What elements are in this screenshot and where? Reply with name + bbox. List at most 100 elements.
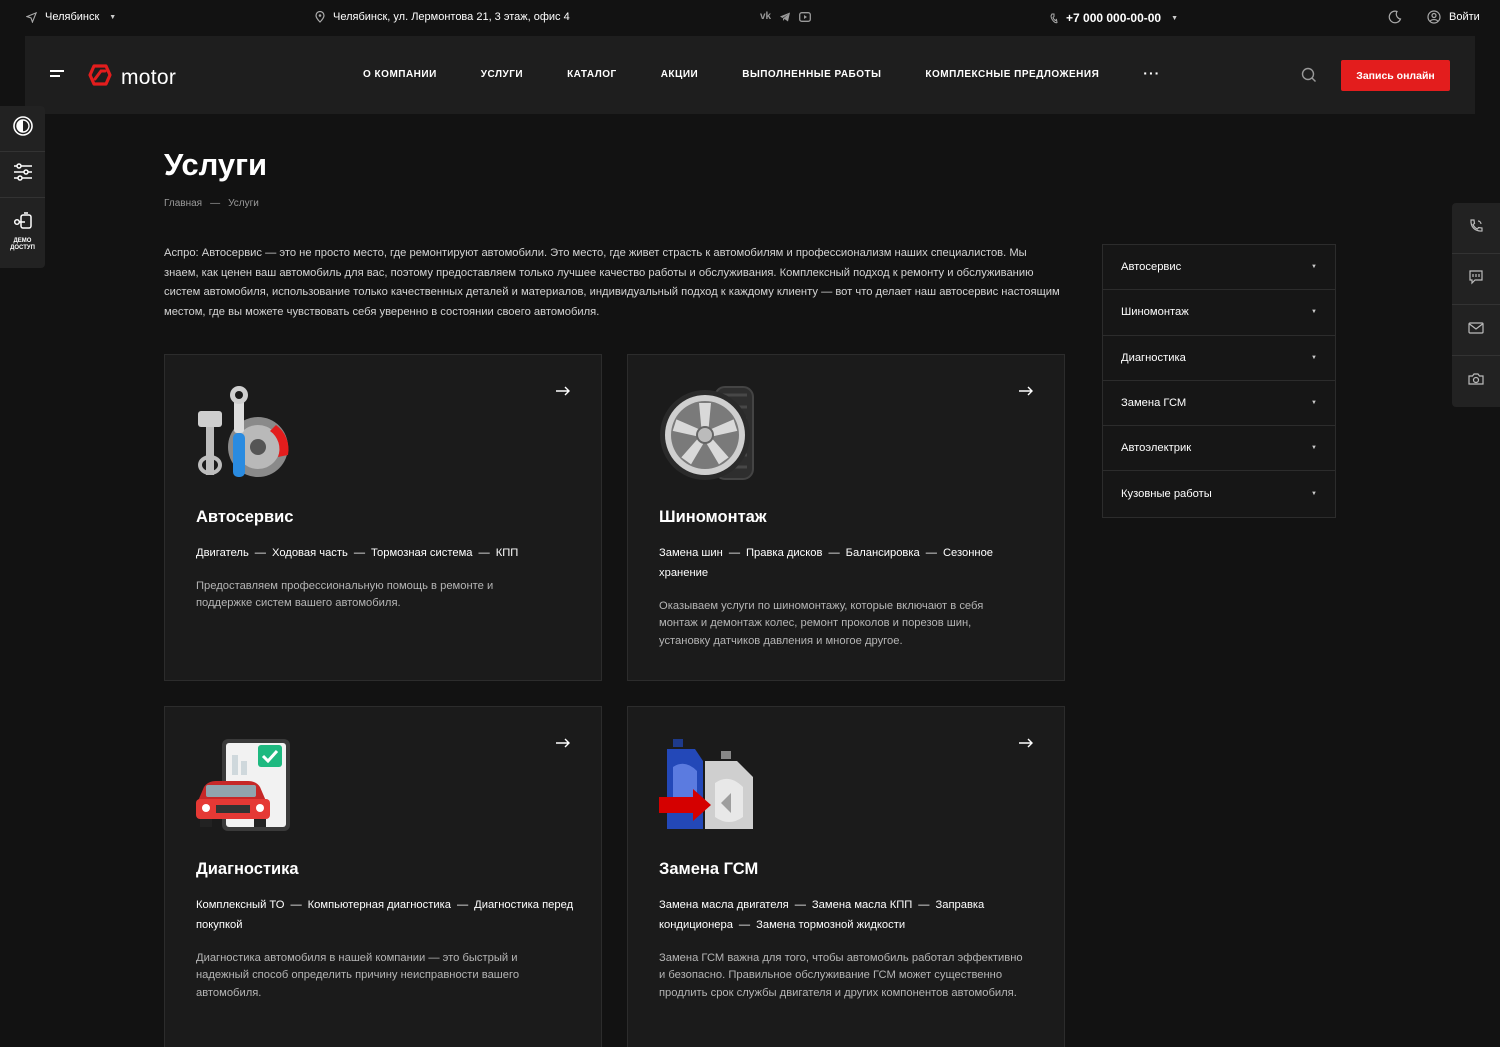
nav-complex-offers[interactable]: Комплексные предложения <box>925 69 1099 80</box>
arrow-right-icon[interactable] <box>1019 735 1034 753</box>
side-menu-item[interactable]: Замена ГСМ ▼ <box>1103 381 1335 427</box>
user-icon <box>1427 10 1441 24</box>
service-card-autoservice[interactable]: Автосервис Двигатель — Ходовая часть — Тормо… <box>164 354 602 681</box>
chevron-down-icon: ▼ <box>1311 309 1317 316</box>
side-menu-label: Диагностика <box>1121 351 1186 364</box>
camera-button[interactable] <box>1452 356 1500 407</box>
side-menu-item[interactable]: Диагностика ▼ <box>1103 336 1335 381</box>
settings-button[interactable] <box>0 152 45 198</box>
tag-link[interactable]: Ходовая часть <box>272 547 348 559</box>
breadcrumb-current: Услуги <box>228 198 259 209</box>
nav-promotions[interactable]: Акции <box>661 69 699 80</box>
email-button[interactable] <box>1452 305 1500 356</box>
nav-catalog[interactable]: Каталог <box>567 69 617 80</box>
address: Челябинск, ул. Лермонтова 21, 3 этаж, оф… <box>315 11 570 23</box>
tag-link[interactable]: Комплексный ТО <box>196 899 284 911</box>
telegram-icon[interactable] <box>779 12 791 22</box>
side-menu-item[interactable]: Кузовные работы ▼ <box>1103 471 1335 516</box>
side-menu-label: Кузовные работы <box>1121 488 1212 501</box>
card-title: Автосервис <box>196 508 294 526</box>
chevron-down-icon: ▼ <box>1311 264 1317 271</box>
tag-link[interactable]: Замена шин <box>659 547 723 559</box>
card-title: Замена ГСМ <box>659 860 759 878</box>
chevron-down-icon: ▼ <box>1311 354 1317 361</box>
nav-services[interactable]: Услуги <box>481 69 523 80</box>
card-description: Предоставляем профессиональную помощь в … <box>196 580 494 610</box>
nav-completed-works[interactable]: Выполненные работы <box>742 69 881 80</box>
phone-number: +7 000 000-00-00 <box>1066 11 1162 25</box>
main-header: motor О компании Услуги Каталог Акции Вы… <box>25 36 1475 114</box>
demo-access-label: ДЕМО ДОСТУП <box>10 238 35 252</box>
side-menu-item[interactable]: Автоэлектрик ▼ <box>1103 426 1335 472</box>
location-arrow-icon <box>26 11 37 23</box>
main-nav: О компании Услуги Каталог Акции Выполнен… <box>363 66 1160 80</box>
demo-label-line1: ДЕМО <box>13 238 32 244</box>
nav-about[interactable]: О компании <box>363 69 437 80</box>
burger-menu-icon[interactable] <box>50 70 64 80</box>
arrow-right-icon[interactable] <box>1019 383 1034 401</box>
card-title: Шиномонтаж <box>659 508 767 526</box>
tag-link[interactable]: Правка дисков <box>746 547 822 559</box>
callback-button[interactable] <box>1452 203 1500 254</box>
side-menu-item[interactable]: Шиномонтаж ▼ <box>1103 290 1335 336</box>
tag-link[interactable]: КПП <box>496 547 519 559</box>
login-label: Войти <box>1449 11 1480 23</box>
address-text: Челябинск, ул. Лермонтова 21, 3 этаж, оф… <box>333 11 570 23</box>
chevron-down-icon: ▼ <box>1311 491 1317 498</box>
motor-logo-icon <box>87 62 113 93</box>
side-menu-label: Шиномонтаж <box>1121 306 1189 319</box>
card-description: Оказываем услуги по шиномонтажу, которые… <box>659 600 984 647</box>
chat-button[interactable] <box>1452 254 1500 305</box>
arrow-right-icon[interactable] <box>556 735 571 753</box>
nav-more-button[interactable]: ··· <box>1143 66 1160 80</box>
intro-text: Аспро: Автосервис — это не просто место,… <box>164 247 1060 318</box>
phone-selector[interactable]: +7 000 000-00-00 ▼ <box>1050 11 1178 25</box>
tag-link[interactable]: Двигатель <box>196 547 249 559</box>
tag-link[interactable]: Компьютерная диагностика <box>308 899 451 911</box>
theme-toggle[interactable] <box>1388 10 1402 24</box>
side-menu-label: Автосервис <box>1121 261 1182 274</box>
tag-link[interactable]: Тормозная система <box>371 547 472 559</box>
palette-icon <box>12 115 34 142</box>
theme-colors-button[interactable] <box>0 106 45 152</box>
right-contact-panel <box>1452 203 1500 407</box>
chevron-down-icon: ▼ <box>1311 445 1317 452</box>
demo-label-line2: ДОСТУП <box>10 245 35 251</box>
page-title: Услуги <box>164 147 268 182</box>
service-card-diagnostics[interactable]: Диагностика Комплексный ТО — Компьютерная … <box>164 706 602 1047</box>
chat-bubble-icon <box>1468 269 1484 290</box>
breadcrumb: Главная — Услуги <box>164 198 259 209</box>
demo-access-button[interactable]: ДЕМО ДОСТУП <box>0 198 45 266</box>
card-description: Диагностика автомобиля в нашей компании … <box>196 952 520 999</box>
tag-link[interactable]: Замена тормозной жидкости <box>756 919 905 931</box>
city-selector[interactable]: Челябинск ▼ <box>26 11 116 23</box>
logo-text: motor <box>121 65 177 89</box>
wheel-tire-image <box>659 385 755 481</box>
vk-icon[interactable]: vk <box>760 11 771 22</box>
phone-call-icon <box>1468 218 1484 239</box>
breadcrumb-separator: — <box>210 198 221 209</box>
service-card-tire-service[interactable]: Шиномонтаж Замена шин — Правка дисков — Бала… <box>627 354 1065 681</box>
tag-link[interactable]: Балансировка <box>846 547 920 559</box>
phone-icon <box>1050 13 1058 24</box>
chevron-down-icon: ▼ <box>109 13 117 21</box>
card-description: Замена ГСМ важна для того, чтобы автомоб… <box>659 952 1023 999</box>
services-side-menu: Автосервис ▼ Шиномонтаж ▼ Диагностика ▼ Зам… <box>1102 244 1336 518</box>
arrow-right-icon[interactable] <box>556 383 571 401</box>
breadcrumb-home[interactable]: Главная <box>164 198 202 209</box>
login-link[interactable]: Войти <box>1427 10 1480 24</box>
card-tags: Замена масла двигателя — Замена масла КПП —… <box>659 899 985 931</box>
chevron-down-icon: ▼ <box>1171 14 1179 22</box>
chevron-down-icon: ▼ <box>1311 400 1317 407</box>
camera-icon <box>1468 372 1484 391</box>
search-icon[interactable] <box>1301 67 1317 88</box>
side-menu-item[interactable]: Автосервис ▼ <box>1103 245 1335 291</box>
tag-link[interactable]: Замена масла двигателя <box>659 899 789 911</box>
service-card-fuel-lubricants[interactable]: Замена ГСМ Замена масла двигателя — Замена… <box>627 706 1065 1047</box>
logo[interactable]: motor <box>87 62 176 93</box>
book-online-button[interactable]: Запись онлайн <box>1341 60 1450 91</box>
card-tags: Замена шин — Правка дисков — Балансировка — Се… <box>659 547 994 579</box>
youtube-icon[interactable] <box>799 11 812 22</box>
tag-link[interactable]: Замена масла КПП <box>812 899 912 911</box>
card-tags: Двигатель — Ходовая часть — Тормозная систем… <box>196 547 519 559</box>
